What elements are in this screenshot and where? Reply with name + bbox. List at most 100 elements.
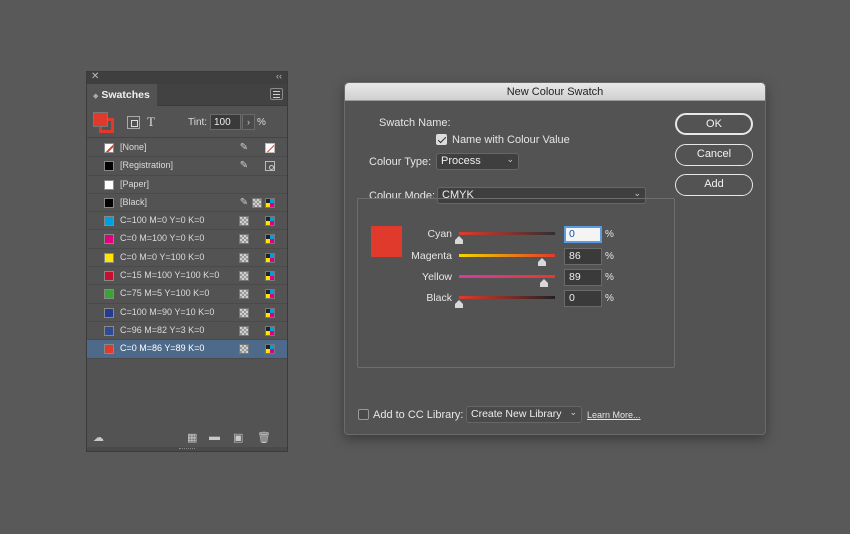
dialog-title: New Colour Swatch [345,83,765,101]
slider-thumb-magenta[interactable] [537,258,546,266]
fill-icon[interactable] [93,112,108,127]
swatch-color-chip [104,197,114,208]
cc-cloud-icon[interactable]: ☁ [93,431,104,444]
slider-label-yellow: Yellow [422,271,452,283]
swatch-name: C=0 M=0 Y=100 K=0 [120,251,205,262]
slider-input-black[interactable]: 0 [564,290,602,307]
swatch-row[interactable]: C=100 M=0 Y=0 K=0 [87,212,287,231]
learn-more-link[interactable]: Learn More... [587,410,641,420]
slider-input-magenta[interactable]: 86 [564,248,602,265]
slider-unit: % [605,272,614,283]
swatch-row[interactable]: [Black] ✎ [87,194,287,213]
slider-track-yellow[interactable] [459,275,555,278]
swatch-row[interactable]: C=0 M=100 Y=0 K=0 [87,230,287,249]
tint-input[interactable]: 100 [210,114,241,130]
close-icon[interactable]: ✕ [91,71,99,82]
registration-mark-icon [265,161,275,172]
swatch-name: [Black] [120,196,148,207]
cmyk-icon [265,216,275,227]
swatch-color-chip [104,161,114,172]
pencil-x-icon: ✎ [239,160,249,172]
process-grid-icon [239,271,249,282]
cmyk-icon [265,234,275,245]
fill-stroke-widget[interactable] [93,112,115,134]
swatch-color-chip [104,234,114,245]
slider-label-magenta: Magenta [411,250,452,262]
process-grid-icon [239,289,249,300]
formatting-container-icon[interactable] [127,116,140,129]
cc-library-select[interactable]: Create New Library ⌄ [466,406,582,423]
process-grid-icon [239,216,249,227]
slider-input-yellow[interactable]: 89 [564,269,602,286]
trash-icon[interactable]: 🗑 [257,431,271,444]
tab-label: Swatches [101,89,150,101]
slider-track-magenta[interactable] [459,254,555,257]
colour-mode-group [357,198,675,368]
swatch-row[interactable]: C=75 M=5 Y=100 K=0 [87,285,287,304]
swatch-name: C=75 M=5 Y=100 K=0 [120,288,210,299]
name-with-colour-value-checkbox[interactable] [436,134,447,145]
panel-footer: ☁ ▦ ▬ ▣ 🗑 [87,431,287,445]
tab-grip-icon: ◆ [93,93,99,100]
tint-label: Tint: [188,117,208,128]
swatch-color-chip [104,325,114,336]
swatch-row[interactable]: [Paper] [87,176,287,194]
slider-thumb-black[interactable] [455,300,463,308]
swatch-row[interactable]: [None] ✎ [87,139,287,158]
cc-library-value: Create New Library [471,408,562,420]
swatch-name: C=96 M=82 Y=3 K=0 [120,324,205,335]
swatch-name: [Paper] [120,178,150,189]
swatches-panel: ✕ ‹‹ ◆ Swatches T Tint: 100 › % [None] ✎ [R… [86,71,288,452]
cancel-button[interactable]: Cancel [675,144,753,166]
swatch-color-chip [104,143,114,153]
swatch-list: [None] ✎ [Registration] ✎ [Paper] [Black] ✎ C=1… [87,139,287,359]
show-swatch-kinds-icon[interactable]: ▦ [187,431,197,444]
slider-thumb-yellow[interactable] [540,279,549,287]
swatch-row[interactable]: C=0 M=86 Y=89 K=0 [87,340,287,359]
new-group-icon[interactable]: ▬ [209,431,220,443]
slider-track-cyan[interactable] [459,232,555,235]
swatch-row[interactable]: C=0 M=0 Y=100 K=0 [87,249,287,268]
colour-type-select[interactable]: Process ⌄ [436,153,519,170]
slider-unit: % [605,229,614,240]
collapse-icon[interactable]: ‹‹ [276,71,282,81]
tint-unit: % [257,117,266,128]
swatch-row[interactable]: C=15 M=100 Y=100 K=0 [87,267,287,286]
pencil-x-icon: ✎ [239,142,249,153]
tab-swatches[interactable]: ◆ Swatches [87,84,157,106]
colour-type-label: Colour Type: [369,156,432,168]
add-button[interactable]: Add [675,174,753,196]
cmyk-icon [265,344,275,355]
swatch-row[interactable]: [Registration] ✎ [87,157,287,176]
tint-arrow-icon[interactable]: › [242,114,255,130]
panel-tabbar: ◆ Swatches [87,84,287,106]
add-to-cc-library-label: Add to CC Library: [373,409,464,421]
swatch-row[interactable]: C=100 M=90 Y=10 K=0 [87,304,287,322]
new-swatch-icon[interactable]: ▣ [233,431,243,444]
swatch-color-chip [104,216,114,227]
slider-input-cyan[interactable]: 0 [564,226,602,243]
process-grid-icon [239,307,249,318]
cmyk-icon [265,325,275,336]
add-to-cc-library-checkbox[interactable] [358,409,369,420]
resize-grip[interactable] [87,447,287,451]
process-grid-icon [252,197,262,208]
slider-track-black[interactable] [459,296,555,299]
swatch-name: [Registration] [120,160,174,171]
swatch-name: C=15 M=100 Y=100 K=0 [120,270,220,281]
ok-button[interactable]: OK [675,113,753,135]
process-grid-icon [239,325,249,336]
name-with-colour-value-label: Name with Colour Value [452,134,570,146]
swatch-color-chip [104,344,114,355]
chevron-down-icon: ⌄ [569,407,577,417]
swatch-row[interactable]: C=96 M=82 Y=3 K=0 [87,322,287,341]
swatch-controls: T Tint: 100 › % [87,106,287,138]
swatch-color-chip [104,179,114,190]
swatch-name: C=100 M=0 Y=0 K=0 [120,215,205,226]
swatch-color-chip [104,307,114,318]
panel-menu-icon[interactable] [270,88,283,100]
swatch-name: C=0 M=86 Y=89 K=0 [120,343,205,354]
slider-thumb-cyan[interactable] [455,236,463,244]
formatting-text-icon[interactable]: T [147,114,155,130]
cmyk-icon [265,197,275,208]
